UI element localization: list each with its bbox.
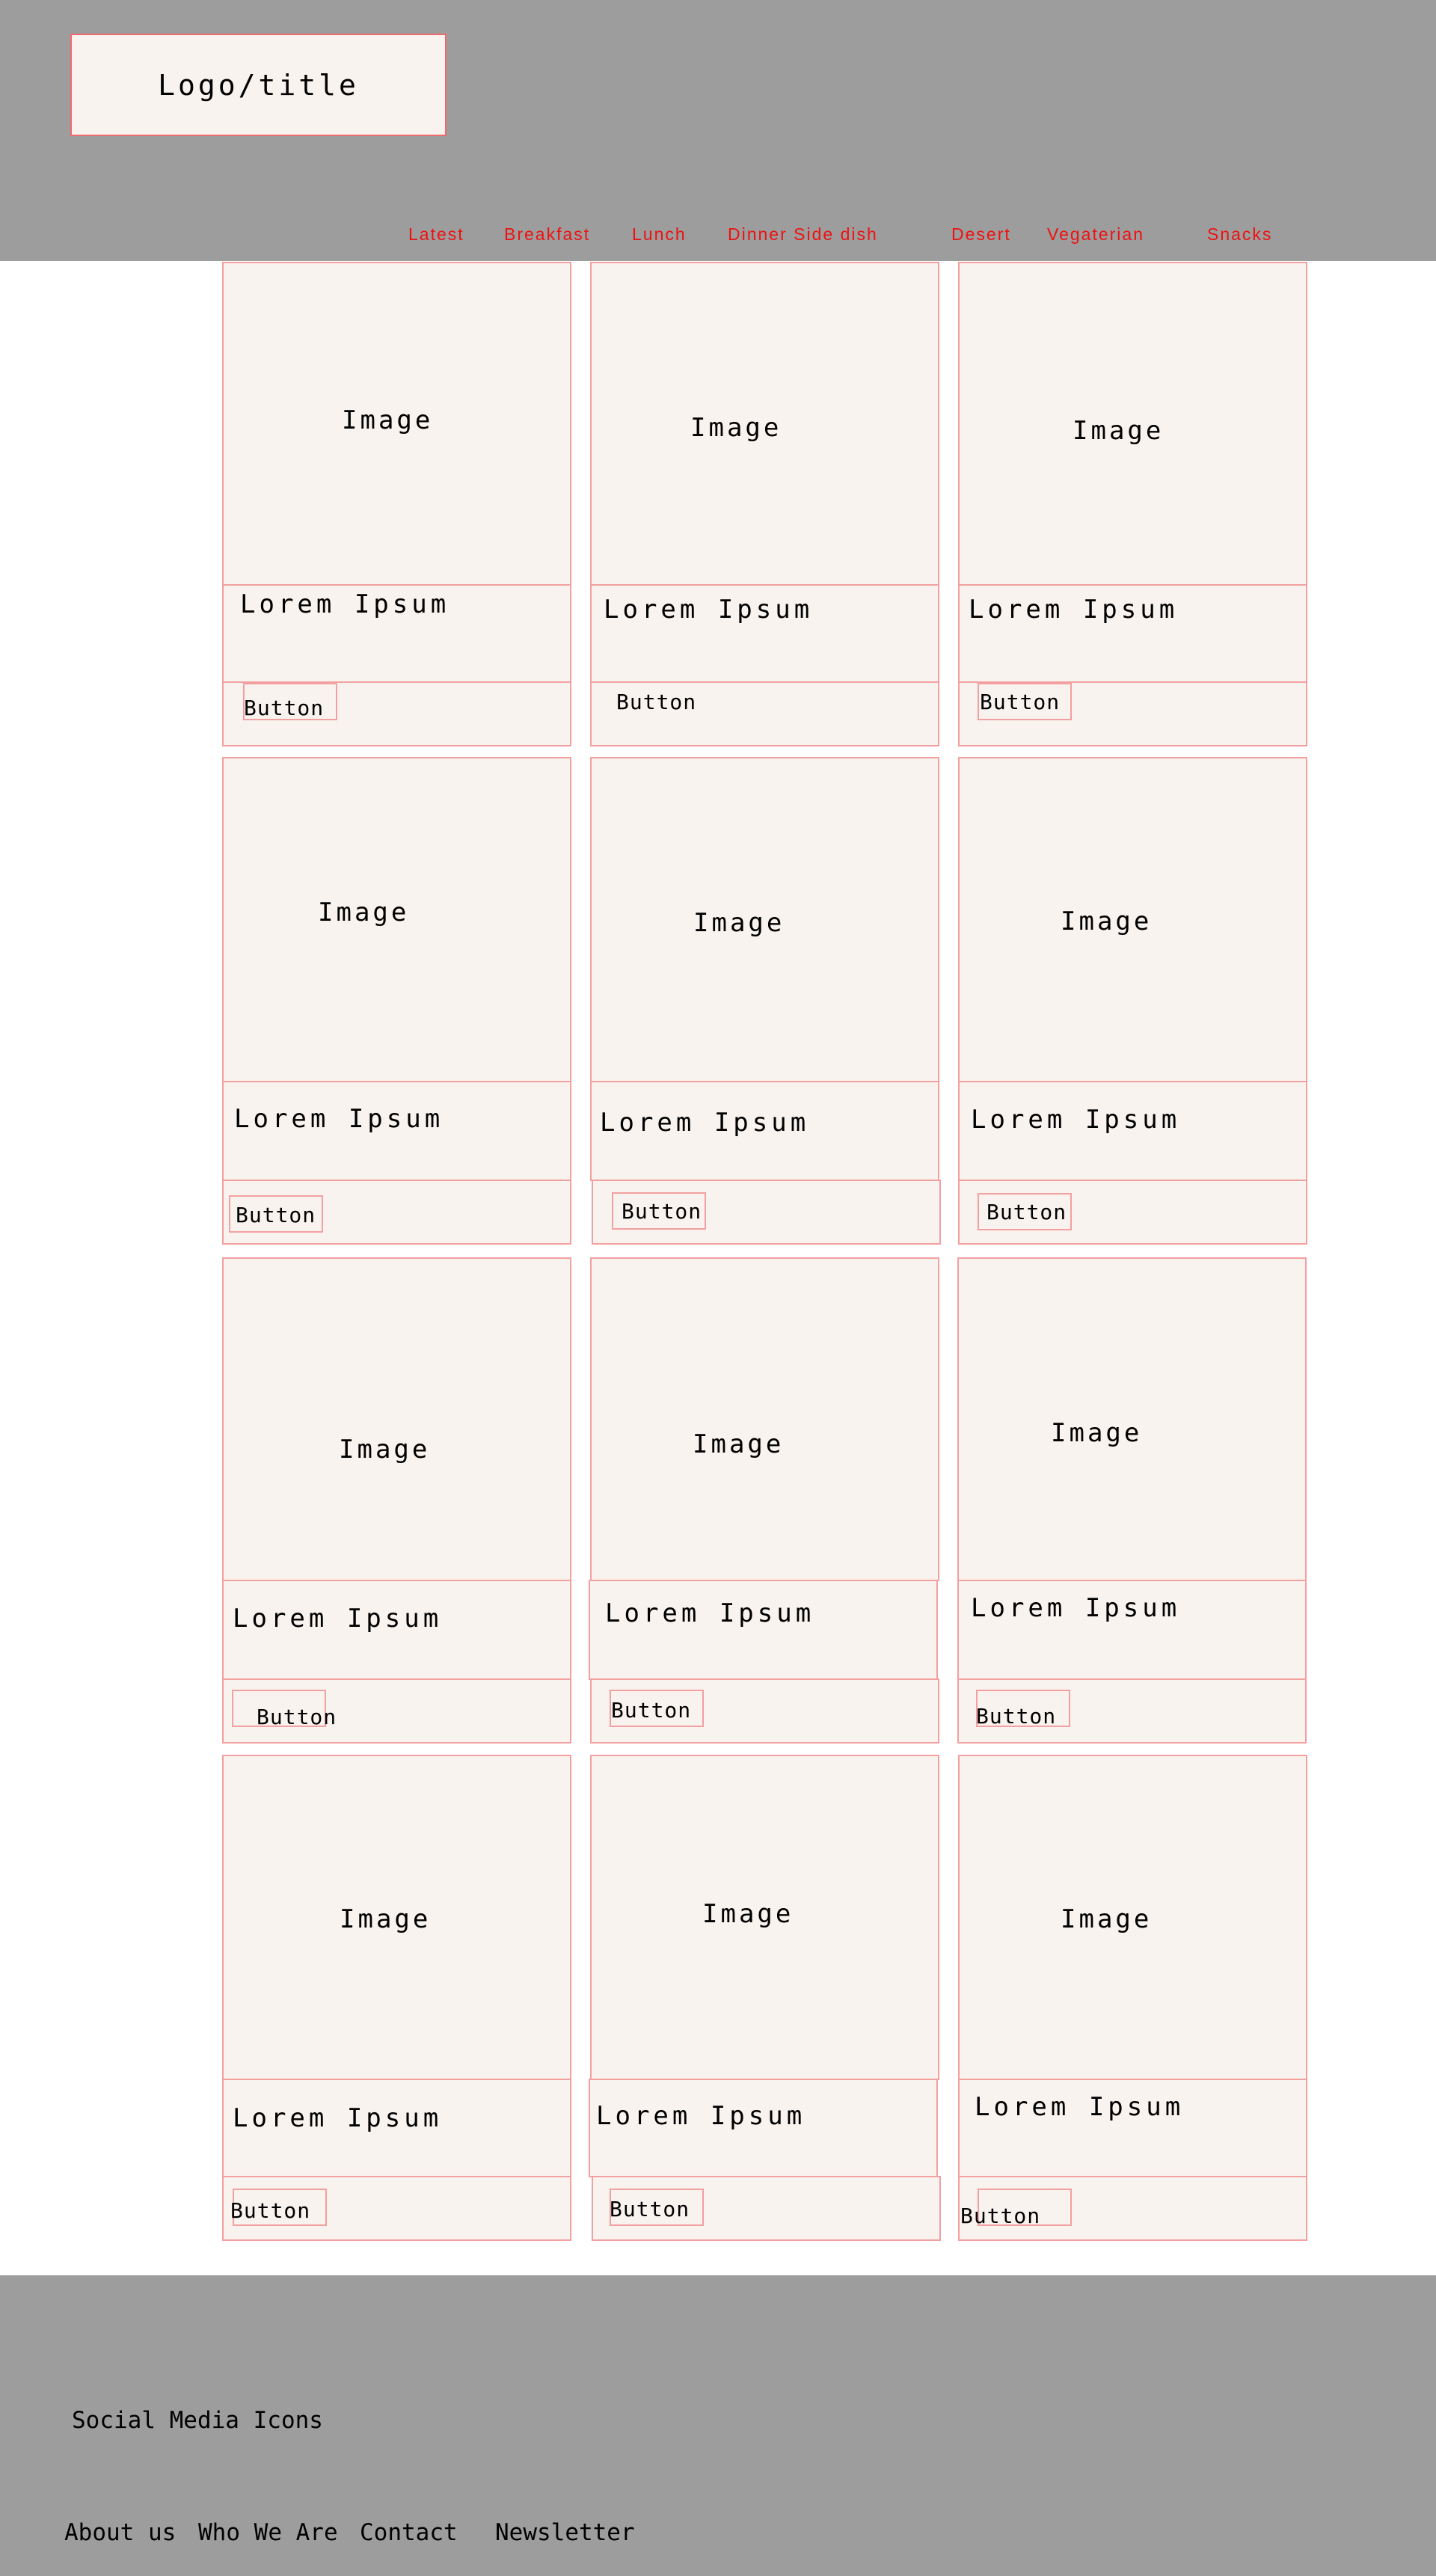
footer-link-newsletter[interactable]: Newsletter [495,2519,635,2546]
nav-latest[interactable]: Latest [408,224,464,245]
logo-title[interactable]: Logo/title [70,34,447,136]
card-title: Lorem Ipsum [233,2103,443,2133]
card-button-label[interactable]: Button [960,2204,1040,2228]
card-image-label: Image [339,1435,431,1465]
nav-dinner-side-dish[interactable]: Dinner Side dish [728,224,878,245]
nav-vegaterian[interactable]: Vegaterian [1047,224,1144,245]
nav-desert[interactable]: Desert [951,224,1011,245]
card-button-label[interactable]: Button [980,690,1060,714]
card-image-label: Image [318,898,410,927]
card-button-label[interactable]: Button [244,696,324,720]
footer-link-about-us[interactable]: About us [64,2519,176,2546]
card-image-label: Image [1051,1418,1143,1448]
card-button-label[interactable]: Button [622,1199,702,1224]
card-title: Lorem Ipsum [975,2092,1185,2122]
card-image [590,1257,939,1581]
footer-link-contact[interactable]: Contact [360,2519,458,2546]
card-image-label: Image [1061,907,1153,936]
card-title: Lorem Ipsum [233,1604,443,1634]
card-title: Lorem Ipsum [605,1598,815,1628]
card-image [222,1257,571,1581]
card-button-label[interactable]: Button [616,690,696,714]
footer-link-who-we-are[interactable]: Who We Are [198,2519,338,2546]
card-title: Lorem Ipsum [234,1104,444,1134]
card-title-box [589,1580,938,1680]
nav-lunch[interactable]: Lunch [632,224,687,245]
card-title: Lorem Ipsum [969,595,1179,625]
nav-snacks[interactable]: Snacks [1207,224,1272,245]
card-image-label: Image [690,413,782,443]
card-image-label: Image [693,908,785,938]
card-button-label[interactable]: Button [611,1698,691,1723]
card-image-label: Image [693,1429,785,1459]
card-button-label[interactable]: Button [610,2197,690,2221]
card-title: Lorem Ipsum [604,595,814,625]
card-button-label[interactable]: Button [236,1203,316,1227]
card-title: Lorem Ipsum [971,1593,1181,1623]
card-button-label[interactable]: Button [987,1200,1067,1224]
card-button-label[interactable]: Button [257,1705,337,1729]
card-image-label: Image [702,1899,794,1929]
card-image-label: Image [1073,416,1165,446]
card-image-label: Image [340,1904,432,1934]
card-title: Lorem Ipsum [971,1105,1181,1135]
card-button-label[interactable]: Button [976,1704,1056,1729]
card-image-label: Image [342,405,434,435]
card-button-label[interactable]: Button [230,2198,310,2223]
card-title: Lorem Ipsum [600,1108,810,1138]
social-media-icons[interactable]: Social Media Icons [72,2407,323,2434]
card-title: Lorem Ipsum [240,589,450,619]
card-image-label: Image [1061,1904,1153,1934]
card-title: Lorem Ipsum [596,2101,806,2131]
nav-breakfast[interactable]: Breakfast [504,224,590,245]
